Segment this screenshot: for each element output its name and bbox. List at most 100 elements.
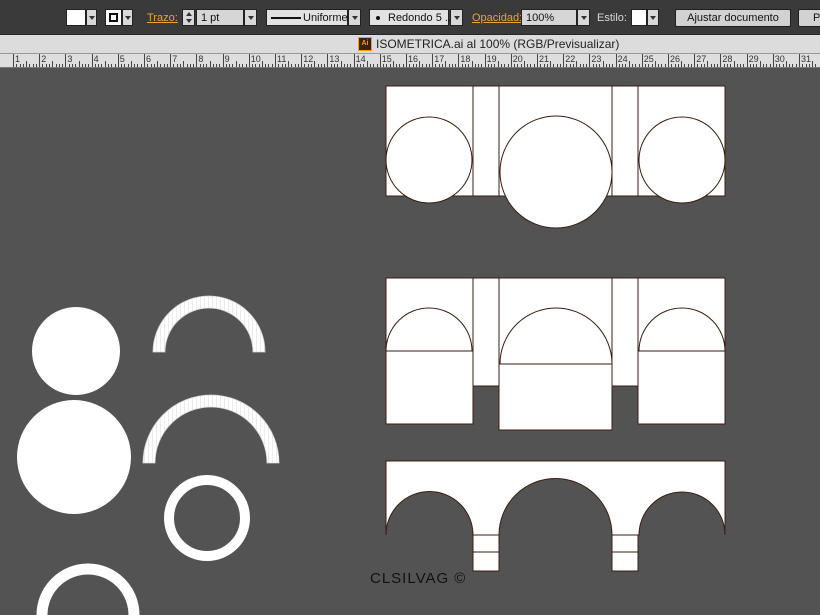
ruler-minor-tick (631, 64, 633, 67)
ruler-minor-tick (199, 64, 201, 67)
facade-middle[interactable] (385, 277, 726, 431)
ruler-minor-tick (350, 64, 352, 67)
ruler-major-tick (170, 54, 172, 67)
ruler-minor-tick (808, 64, 810, 67)
stroke-label[interactable]: Trazo: (147, 11, 178, 25)
ruler-minor-tick (514, 64, 516, 67)
ruler-minor-tick (19, 64, 21, 67)
control-toolbar: Trazo: 1 pt Uniforme Redondo 5 ... Opaci… (0, 0, 820, 35)
half-ring-small[interactable] (152, 295, 266, 353)
brush-dropdown-arrow[interactable] (450, 9, 463, 26)
ruler-minor-tick (697, 64, 699, 67)
ruler-minor-tick (150, 64, 152, 67)
ruler-minor-tick (684, 64, 686, 67)
stroke-profile-value: Uniforme (303, 12, 348, 24)
ruler-minor-tick (494, 64, 496, 67)
ruler-minor-tick (399, 64, 401, 67)
stroke-profile-dropdown-arrow[interactable] (348, 9, 361, 26)
ruler-minor-tick (455, 64, 457, 67)
ruler-minor-tick (759, 61, 761, 67)
graphic-style-swatch[interactable] (631, 9, 647, 26)
ruler-minor-tick (71, 64, 73, 67)
ruler-minor-tick (291, 64, 293, 67)
fill-color-swatch[interactable] (66, 9, 86, 26)
ruler-major-tick (537, 54, 538, 67)
stroke-weight-stepper[interactable] (182, 9, 195, 26)
ruler-minor-tick (687, 64, 689, 67)
horizontal-ruler[interactable]: 1 2 3 4 5 6 7 8 9 10 11 12 13 14 15 16 17 18 19 20 21 22 23 24 2… (0, 54, 820, 68)
ruler-minor-tick (288, 61, 290, 67)
document-title[interactable]: ISOMETRICA.ai al 100% (RGB/Previsualizar… (376, 37, 619, 51)
ruler-minor-tick (347, 64, 349, 67)
ruler-minor-tick (592, 64, 594, 67)
author-signature: CLSILVAG © (370, 570, 467, 587)
ruler-minor-tick (599, 64, 601, 67)
ruler-minor-tick (595, 64, 597, 67)
artboard-canvas[interactable] (0, 68, 820, 615)
ruler-minor-tick (278, 64, 280, 67)
ruler-number: 20 (512, 54, 523, 64)
ruler-minor-tick (520, 64, 522, 67)
ruler-major-tick (301, 54, 303, 67)
opacity-label[interactable]: Opacidad: (472, 11, 522, 25)
ruler-minor-tick (389, 64, 391, 67)
ruler-minor-tick (491, 64, 493, 67)
style-label: Estilo: (597, 12, 627, 24)
ruler-minor-tick (75, 64, 77, 67)
ruler-minor-tick (101, 64, 103, 67)
ruler-minor-tick (658, 64, 660, 67)
ruler-minor-tick (193, 64, 195, 67)
stroke-profile-select[interactable]: Uniforme (266, 9, 348, 26)
solid-circle-large[interactable] (17, 400, 131, 514)
ruler-number: 25 (643, 54, 654, 64)
ruler-minor-tick (402, 64, 404, 67)
ruler-number: 8 (198, 54, 204, 64)
ruler-minor-tick (527, 64, 529, 67)
ruler-minor-tick (530, 64, 532, 67)
ruler-minor-tick (124, 64, 126, 67)
ruler-number: 22 (565, 54, 576, 64)
ruler-minor-tick (81, 64, 83, 67)
ruler-major-tick (406, 54, 407, 67)
stroke-color-dropdown-arrow[interactable] (122, 9, 133, 26)
ruler-minor-tick (29, 64, 31, 67)
ring-large-partial[interactable] (36, 563, 140, 615)
ruler-minor-tick (635, 64, 637, 67)
graphic-style-dropdown-arrow[interactable] (647, 9, 659, 26)
ruler-minor-tick (337, 64, 339, 67)
ruler-minor-tick (412, 64, 414, 67)
ruler-major-tick (39, 54, 41, 67)
stroke-weight-dropdown-arrow[interactable] (244, 9, 257, 26)
ruler-minor-tick (451, 64, 453, 67)
ruler-minor-tick (85, 64, 87, 67)
ruler-minor-tick (320, 64, 322, 67)
ruler-minor-tick (229, 64, 231, 67)
facade-top[interactable] (385, 85, 726, 229)
ruler-minor-tick (579, 64, 581, 67)
ruler-minor-tick (340, 61, 342, 67)
ruler-major-tick (484, 54, 486, 67)
ruler-minor-tick (504, 64, 506, 67)
ruler-minor-tick (62, 64, 64, 67)
opacity-dropdown-arrow[interactable] (577, 9, 590, 26)
adjust-document-button[interactable]: Ajustar documento (675, 9, 791, 27)
ruler-minor-tick (107, 64, 109, 67)
preferences-button[interactable]: Pr (798, 9, 820, 27)
fill-dropdown-arrow[interactable] (86, 9, 97, 26)
ruler-minor-tick (258, 64, 260, 67)
half-ring-large[interactable] (142, 394, 280, 464)
ruler-minor-tick (713, 64, 715, 67)
facade-bottom[interactable] (385, 460, 726, 572)
ruler-minor-tick (317, 64, 319, 67)
ring-medium[interactable] (164, 475, 250, 561)
solid-circle-small[interactable] (32, 307, 120, 395)
stroke-weight-input[interactable]: 1 pt (196, 9, 244, 26)
brush-definition-select[interactable]: Redondo 5 ... (369, 9, 454, 26)
ruler-number: 4 (93, 54, 99, 64)
stroke-color-swatch[interactable] (105, 9, 122, 26)
opacity-input[interactable]: 100% (521, 9, 577, 26)
ruler-minor-tick (612, 64, 614, 67)
ruler-minor-tick (464, 64, 466, 67)
ruler-minor-tick (586, 64, 588, 67)
ruler-minor-tick (252, 64, 254, 67)
